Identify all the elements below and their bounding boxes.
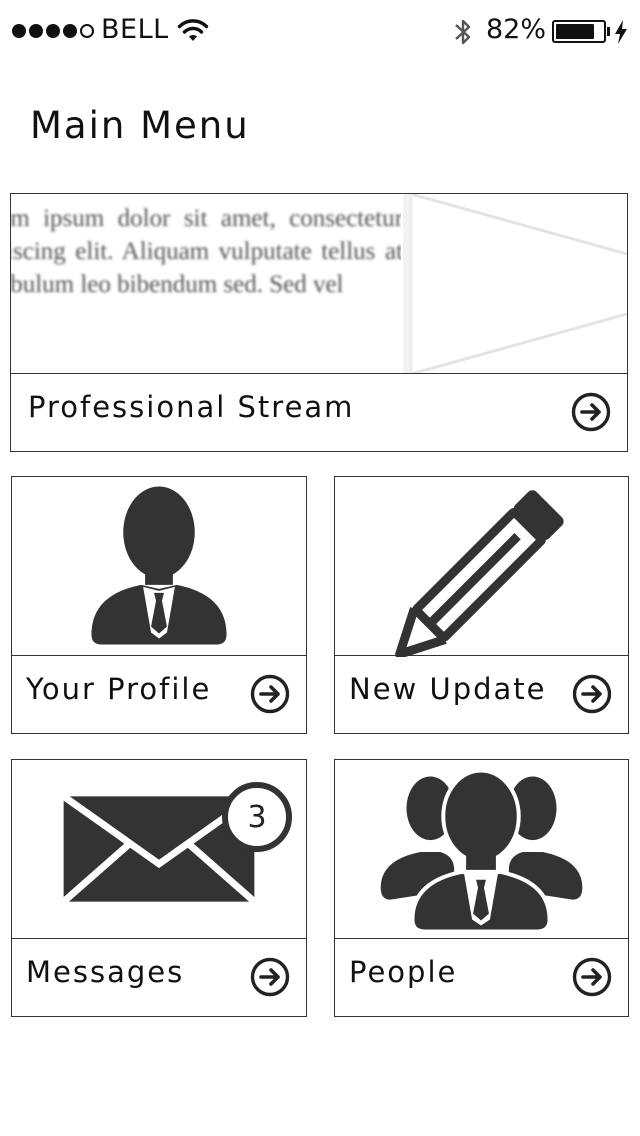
wifi-icon [177,19,209,41]
pencil-icon [395,490,564,657]
charging-bolt-icon [615,20,627,44]
battery-icon [552,20,606,43]
bluetooth-icon [455,19,471,45]
signal-dot-empty [80,24,94,38]
arrow-circle-right-icon[interactable] [572,957,612,997]
your-profile-tile[interactable]: Your Profile [11,476,307,734]
arrow-circle-right-icon[interactable] [250,674,290,714]
arrow-circle-right-icon[interactable] [250,957,290,997]
image-placeholder-icon [403,194,627,374]
arrow-circle-right-icon[interactable] [572,674,612,714]
battery-nub [607,27,610,36]
your-profile-label: Your Profile [26,672,212,706]
arrow-circle-right-icon[interactable] [571,392,611,432]
status-bar: BELL 82% [0,0,640,64]
professional-stream-label: Professional Stream [28,390,355,424]
stream-label-row: Professional Stream [11,373,627,451]
battery-percentage: 82% [486,14,547,45]
people-tile[interactable]: People [334,759,629,1017]
battery-level [556,24,594,39]
signal-dot [12,24,26,38]
professional-stream-tile[interactable]: Lorem ipsum dolor sit amet, consectetur … [10,193,628,452]
group-icon [380,768,583,934]
carrier-name: BELL [101,14,169,45]
people-label-row: People [335,938,628,1016]
person-icon [91,486,227,645]
your-profile-label-row: Your Profile [12,655,306,733]
unread-count-badge: 3 [222,782,292,852]
stream-preview: Lorem ipsum dolor sit amet, consectetur … [11,194,401,374]
signal-strength-icon [12,24,94,38]
signal-dot [46,24,60,38]
messages-tile[interactable]: 3 Messages [11,759,307,1017]
stream-preview-text: Lorem ipsum dolor sit amet, consectetur … [11,205,401,298]
messages-label-row: Messages [12,938,306,1016]
signal-dot [29,24,43,38]
page-title: Main Menu [30,104,250,147]
signal-dot [63,24,77,38]
new-update-label-row: New Update [335,655,628,733]
new-update-label: New Update [349,672,547,706]
new-update-tile[interactable]: New Update [334,476,629,734]
messages-label: Messages [26,955,185,989]
people-label: People [349,955,458,989]
